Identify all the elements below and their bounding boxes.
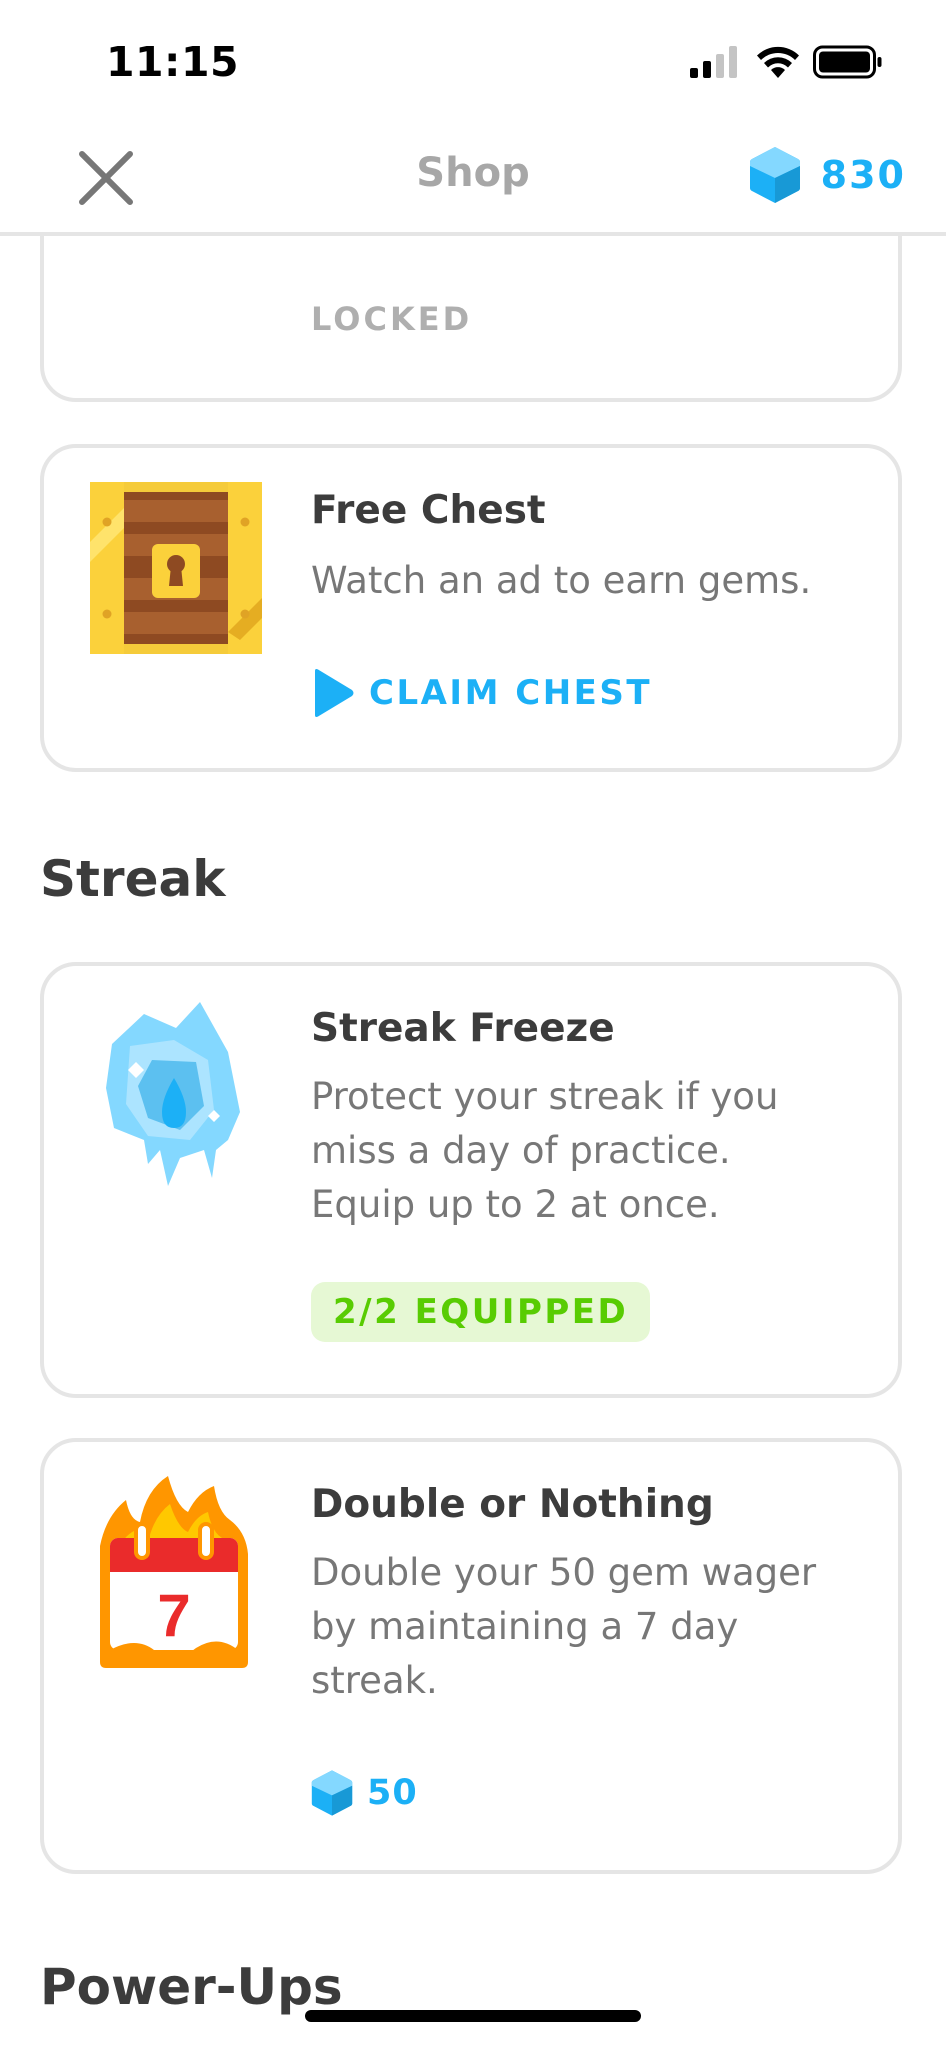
fire-calendar-icon: 7 — [100, 1476, 248, 1668]
double-or-nothing-price[interactable]: 50 — [311, 1768, 418, 1818]
shop-header: Shop 830 — [0, 120, 946, 236]
streak-freeze-description-line: Equip up to 2 at once. — [311, 1183, 720, 1226]
free-chest-title: Free Chest — [311, 488, 546, 533]
status-bar: 11:15 — [0, 0, 946, 120]
locked-label: LOCKED — [311, 300, 473, 338]
streak-freeze-title: Streak Freeze — [311, 1006, 615, 1051]
double-or-nothing-description-line: Double your 50 gem wager — [311, 1551, 817, 1594]
claim-chest-button[interactable]: CLAIM CHEST — [311, 668, 652, 718]
double-or-nothing-description-line: streak. — [311, 1659, 438, 1702]
gem-balance[interactable]: 830 — [749, 142, 906, 208]
shop-screen: 11:15 Shop 830 LOCKED Free Chest Watch a… — [0, 0, 946, 2048]
free-chest-card: Free Chest Watch an ad to earn gems. CLA… — [40, 444, 902, 772]
gem-icon — [749, 147, 800, 203]
ice-cube-icon — [106, 1002, 240, 1186]
price-value: 50 — [367, 1773, 418, 1813]
cellular-signal-icon — [690, 46, 737, 78]
double-or-nothing-description: Double your 50 gem wager by maintaining … — [311, 1546, 871, 1708]
double-or-nothing-card[interactable]: 7 Double or Nothing Double your 50 gem w… — [40, 1438, 902, 1874]
equipped-status-badge: 2/2 EQUIPPED — [311, 1282, 651, 1342]
shop-content[interactable]: LOCKED Free Chest Watch an ad to earn ge… — [0, 236, 946, 2048]
status-time: 11:15 — [106, 38, 240, 86]
battery-icon — [813, 45, 882, 79]
section-heading-power-ups: Power-Ups — [40, 1958, 343, 2016]
streak-freeze-description-line: Protect your streak if you — [311, 1075, 779, 1118]
home-indicator[interactable] — [305, 2010, 641, 2022]
treasure-chest-icon — [90, 482, 262, 654]
streak-freeze-description-line: miss a day of practice. — [311, 1129, 731, 1172]
claim-chest-label: CLAIM CHEST — [369, 673, 653, 713]
double-or-nothing-title: Double or Nothing — [311, 1482, 714, 1527]
locked-item-card: LOCKED — [40, 236, 902, 402]
double-or-nothing-description-line: by maintaining a 7 day — [311, 1605, 739, 1648]
free-chest-description: Watch an ad to earn gems. — [311, 559, 812, 602]
calendar-day-label: 7 — [157, 1582, 190, 1649]
section-heading-streak: Streak — [40, 850, 226, 908]
gem-count: 830 — [820, 153, 906, 197]
wifi-icon — [757, 46, 799, 78]
gem-icon — [311, 1770, 353, 1816]
streak-freeze-description: Protect your streak if you miss a day of… — [311, 1070, 871, 1232]
equipped-status-label: 2/2 EQUIPPED — [333, 1292, 629, 1332]
streak-freeze-card: Streak Freeze Protect your streak if you… — [40, 962, 902, 1398]
play-icon — [315, 669, 354, 717]
